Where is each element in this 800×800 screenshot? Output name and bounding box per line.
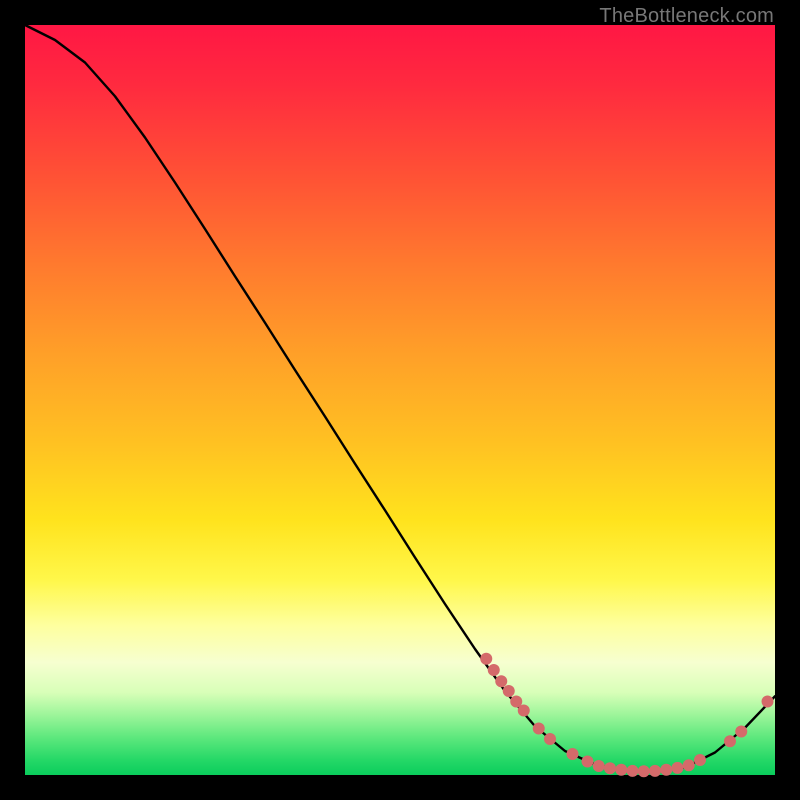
data-marker <box>762 696 774 708</box>
data-marker <box>604 762 616 774</box>
attribution-text: TheBottleneck.com <box>599 5 774 28</box>
gradient-plot-area <box>25 25 775 775</box>
data-marker <box>735 726 747 738</box>
data-marker <box>615 764 627 776</box>
data-marker <box>724 735 736 747</box>
data-marker <box>518 705 530 717</box>
data-marker <box>533 723 545 735</box>
data-marker <box>694 754 706 766</box>
data-marker <box>683 759 695 771</box>
data-marker <box>672 762 684 774</box>
data-marker <box>627 765 639 777</box>
data-marker <box>582 756 594 768</box>
data-marker <box>660 764 672 776</box>
data-marker <box>638 765 650 777</box>
data-marker <box>488 664 500 676</box>
data-marker <box>503 685 515 697</box>
stage: TheBottleneck.com <box>0 0 800 800</box>
data-marker <box>593 760 605 772</box>
curve-layer <box>25 25 775 775</box>
data-marker <box>567 748 579 760</box>
data-marker <box>649 765 661 777</box>
data-marker <box>480 653 492 665</box>
data-marker <box>544 733 556 745</box>
bottleneck-curve <box>25 25 775 771</box>
data-marker <box>495 675 507 687</box>
